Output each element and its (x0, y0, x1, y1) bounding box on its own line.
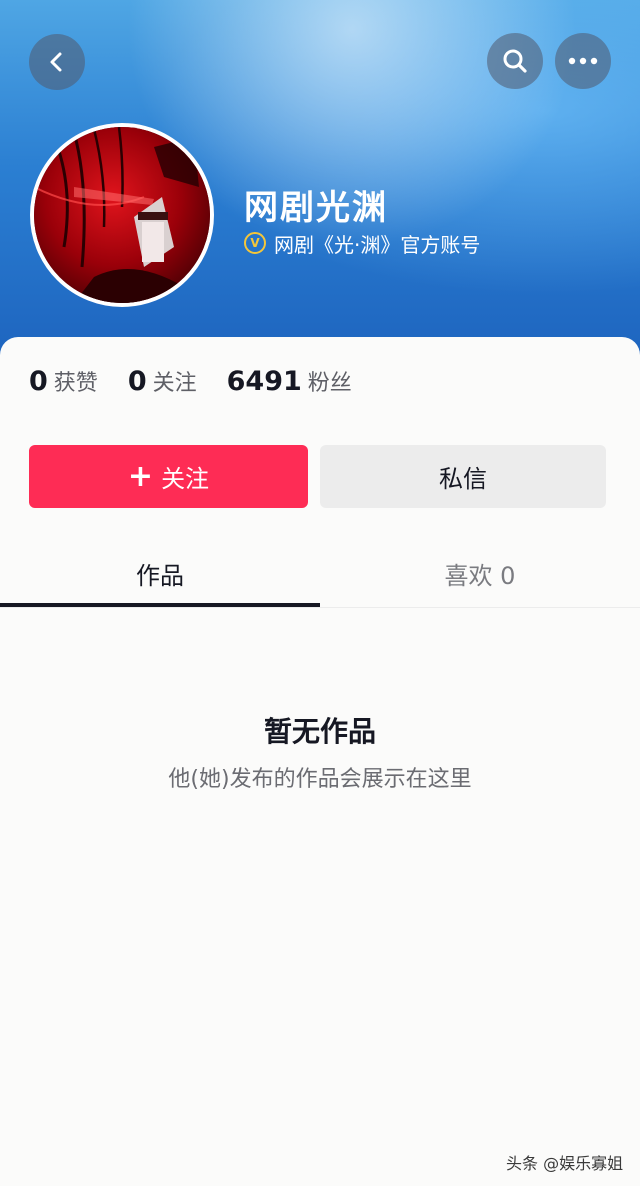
stats-row: 0 获赞 0 关注 6491 粉丝 (29, 365, 382, 401)
tab-likes[interactable]: 喜欢 0 (320, 556, 640, 596)
profile-name: 网剧光渊 (244, 188, 388, 228)
empty-state-subtitle: 他(她)发布的作品会展示在这里 (168, 767, 472, 792)
verified-badge-icon: V (244, 232, 266, 254)
stat-followers-count: 6491 (226, 366, 302, 397)
stat-likes-count: 0 (29, 366, 48, 397)
stat-following[interactable]: 0 关注 (128, 365, 197, 397)
search-button[interactable] (487, 33, 543, 89)
stat-following-label: 关注 (152, 371, 197, 396)
verified-badge-letter: V (250, 236, 260, 250)
avatar-image (34, 127, 210, 303)
plus-icon: + (127, 458, 154, 494)
follow-button-label: 关注 (161, 465, 210, 493)
chevron-left-icon (50, 52, 62, 72)
follow-button[interactable]: + 关注 (29, 445, 308, 508)
watermark: 头条 @娱乐寡姐 (506, 1154, 624, 1173)
avatar[interactable] (30, 123, 214, 307)
more-horizontal-icon (568, 57, 598, 65)
back-button[interactable] (29, 34, 85, 90)
empty-state-title: 暂无作品 (263, 715, 376, 748)
stat-following-count: 0 (127, 366, 147, 397)
stat-followers[interactable]: 6491 粉丝 (227, 365, 352, 397)
more-button[interactable] (555, 33, 611, 89)
stat-likes[interactable]: 0 获赞 (29, 365, 98, 397)
verification-text: 网剧《光·渊》官方账号 (274, 232, 481, 257)
message-button[interactable]: 私信 (320, 445, 606, 508)
verification-row: V 网剧《光·渊》官方账号 (244, 229, 480, 257)
stat-followers-label: 粉丝 (307, 371, 352, 396)
tab-divider (0, 607, 640, 608)
stat-likes-label: 获赞 (53, 371, 98, 396)
search-icon (503, 49, 527, 73)
message-button-label: 私信 (439, 465, 487, 493)
tab-works[interactable]: 作品 (0, 556, 320, 596)
